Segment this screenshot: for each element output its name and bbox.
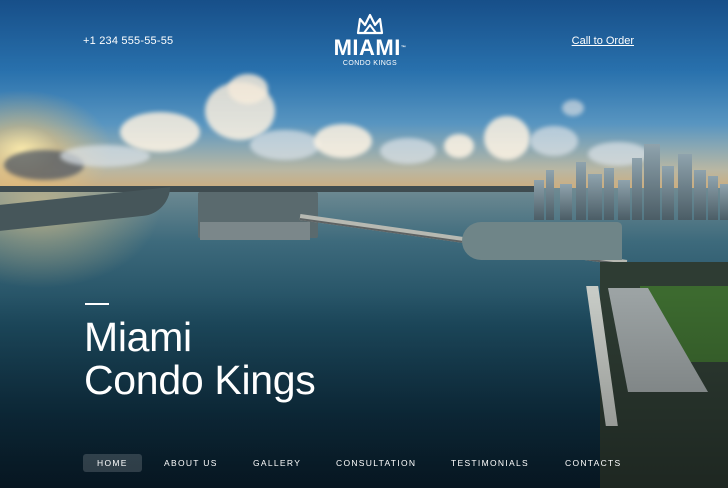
photo-overlay (0, 0, 728, 488)
nav-testimonials[interactable]: TESTIMONIALS (451, 454, 529, 472)
site-logo[interactable]: MIAMI™ CONDO KINGS (328, 13, 412, 69)
hero-title-line2: Condo Kings (84, 357, 316, 403)
nav-contacts[interactable]: CONTACTS (565, 454, 622, 472)
logo-subtitle: CONDO KINGS (342, 60, 398, 67)
nav-consultation[interactable]: CONSULTATION (336, 454, 416, 472)
nav-about-us[interactable]: ABOUT US (164, 454, 218, 472)
phone-number[interactable]: +1 234 555-55-55 (83, 35, 173, 47)
hero-accent-line (85, 303, 109, 305)
nav-home[interactable]: HOME (83, 454, 142, 472)
call-to-order-link[interactable]: Call to Order (572, 35, 634, 47)
hero-title: Miami Condo Kings (84, 314, 316, 403)
logo-wordmark: MIAMI™ (333, 35, 407, 60)
crown-icon (356, 13, 384, 35)
hero-background-photo (0, 0, 728, 488)
nav-gallery[interactable]: GALLERY (253, 454, 301, 472)
hero-title-line1: Miami (84, 314, 192, 360)
